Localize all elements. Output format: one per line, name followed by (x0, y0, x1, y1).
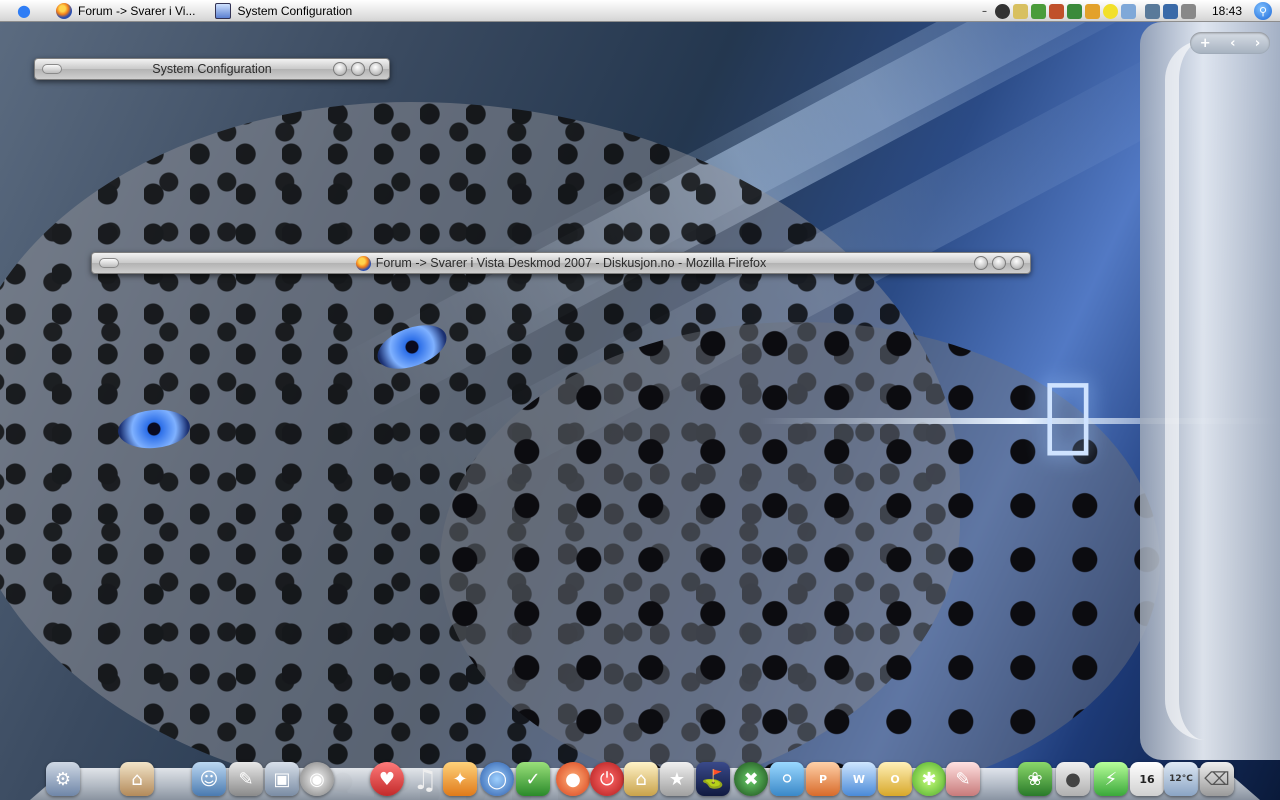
dock-item-users[interactable]: ☺ (192, 762, 226, 796)
maximize-button[interactable] (351, 62, 365, 76)
tray-app-icon[interactable] (1102, 3, 1118, 19)
system-tray: – 18:43 ⚲ (975, 0, 1280, 22)
apple-logo-icon:  (1030, 366, 1106, 461)
dock-item-pictures[interactable]: ▣ (265, 762, 299, 796)
dock-item-music[interactable]: ♫ (408, 762, 442, 796)
dock-item-office[interactable]: O (878, 762, 912, 796)
close-button[interactable] (369, 62, 383, 76)
dock-item-utility[interactable]: ✓ (516, 762, 550, 796)
spotlight-search-icon[interactable]: ⚲ (1254, 2, 1272, 20)
side-panel-curve (1165, 40, 1205, 740)
dock-item-globe[interactable]: ◯ (480, 762, 514, 796)
dock-item-media[interactable]: ♥ (370, 762, 404, 796)
tray-app-icon[interactable] (1048, 3, 1064, 19)
weather-temp: 12°C (1169, 774, 1193, 784)
dock-item-trash[interactable]: ⌫ (1200, 762, 1234, 796)
dock-item-speaker[interactable]: ◉ (300, 762, 334, 796)
taskbar-item-firefox[interactable]: Forum -> Svarer i Vi... (48, 0, 207, 22)
window-toolbar-toggle[interactable] (42, 64, 62, 74)
dock-item-battery[interactable]: ⚡ (1094, 762, 1128, 796)
dock-item-home[interactable]: ⌂ (120, 762, 154, 796)
tray-app-icon[interactable] (1012, 3, 1028, 19)
dock-item-messenger[interactable]: ✦ (443, 762, 477, 796)
tray-app-icon[interactable] (1120, 3, 1136, 19)
network-icon[interactable] (1145, 3, 1161, 19)
dock-item-power[interactable]: ⏻ (590, 762, 624, 796)
panel-add-button[interactable]: + (1200, 36, 1211, 51)
dock-item-game[interactable]: ★ (660, 762, 694, 796)
dock-item-house[interactable]: ⌂ (624, 762, 658, 796)
close-button[interactable] (1010, 256, 1024, 270)
taskbar-item-label: System Configuration (237, 3, 353, 18)
tray-app-icon[interactable] (994, 3, 1010, 19)
window-title-area: Forum -> Svarer i Vista Deskmod 2007 - D… (92, 255, 1030, 271)
taskbar-item-system-config[interactable]: System Configuration (207, 0, 364, 22)
window-controls (974, 256, 1024, 270)
taskbar-item-label: Forum -> Svarer i Vi... (78, 3, 196, 18)
dock-item-paint[interactable]: ✎ (946, 762, 980, 796)
dock-item-xbox[interactable]: ✖ (734, 762, 768, 796)
dock-item-weather[interactable]: 12°C (1164, 762, 1198, 796)
panel-next-button[interactable]: › (1255, 36, 1260, 51)
system-config-icon (215, 2, 232, 19)
firefox-window[interactable]: Forum -> Svarer i Vista Deskmod 2007 - D… (91, 252, 1031, 274)
dock-item-powerpoint[interactable]: P (806, 762, 840, 796)
firefox-icon (355, 255, 371, 271)
menu-bar: ● Forum -> Svarer i Vi... System Configu… (0, 0, 1280, 22)
window-controls (333, 62, 383, 76)
dock-item-system[interactable]: ⚙ (46, 762, 80, 796)
minimize-button[interactable] (974, 256, 988, 270)
dock-item-firefox[interactable]: ● (556, 762, 590, 796)
dock-item-ie[interactable]: ⚪ (770, 762, 804, 796)
maximize-button[interactable] (992, 256, 1006, 270)
calendar-day: 16 (1139, 772, 1155, 786)
dock-item-gecko[interactable]: ❀ (1018, 762, 1052, 796)
tray-app-icon[interactable] (1066, 3, 1082, 19)
dock: ⚙ ⌂ ☺ ✎ ▣ ◉ ♥ ♫ ✦ ◯ ✓ ● ⏻ ⌂ ★ ⛳ ✖ ⚪ P W … (0, 760, 1280, 800)
display-icon[interactable] (1163, 3, 1179, 19)
side-panel (1140, 22, 1280, 760)
dock-item-app[interactable]: ✱ (912, 762, 946, 796)
panel-prev-button[interactable]: ‹ (1230, 36, 1235, 51)
clock[interactable]: 18:43 (1212, 4, 1242, 18)
tray-app-icon[interactable] (1030, 3, 1046, 19)
window-title: Forum -> Svarer i Vista Deskmod 2007 - D… (375, 256, 767, 270)
panel-controls: + ‹ › (1190, 32, 1270, 54)
dock-item-documents[interactable]: ✎ (229, 762, 263, 796)
apple-menu-icon[interactable]: ● (0, 0, 48, 22)
tray-minimize-icon[interactable]: – (977, 4, 992, 19)
system-configuration-window[interactable]: System Configuration (34, 58, 390, 80)
dock-item-apple[interactable]: ● (1056, 762, 1090, 796)
window-toolbar-toggle[interactable] (99, 258, 119, 268)
volume-icon[interactable] (1181, 3, 1197, 19)
dock-item-calendar[interactable]: 16 (1130, 762, 1164, 796)
minimize-button[interactable] (333, 62, 347, 76)
dock-item-golf[interactable]: ⛳ (696, 762, 730, 796)
firefox-icon (56, 2, 72, 19)
tray-app-icon[interactable] (1084, 3, 1100, 19)
dock-item-word[interactable]: W (842, 762, 876, 796)
